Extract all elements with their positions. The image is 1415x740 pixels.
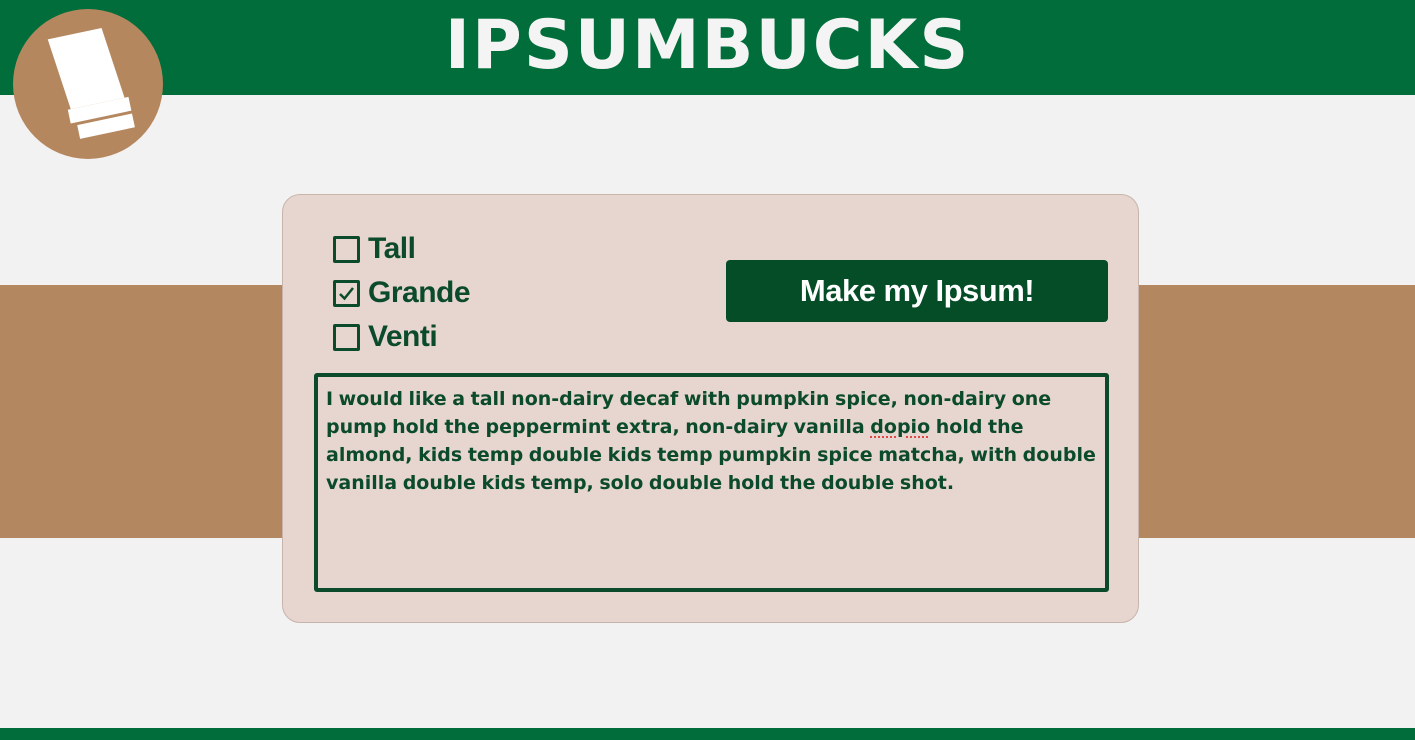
size-label-tall: Tall	[368, 232, 416, 265]
checkmark-icon	[339, 286, 354, 300]
header-bar: IPSUMBUCKS	[0, 0, 1415, 95]
footer-bar	[0, 728, 1415, 740]
coffee-cup-icon[interactable]	[13, 9, 163, 159]
size-option-tall[interactable]: Tall	[333, 229, 416, 269]
output-misspelled-word: dopio	[870, 416, 931, 438]
grande-checkbox[interactable]	[333, 279, 360, 307]
site-title: IPSUMBUCKS	[444, 6, 971, 85]
size-option-venti[interactable]: Venti	[333, 317, 438, 357]
page: IPSUMBUCKS Tall Grande Venti Make my Ips…	[0, 0, 1415, 740]
size-option-grande[interactable]: Grande	[333, 273, 471, 313]
ipsum-output-textarea[interactable]: I would like a tall non-dairy decaf with…	[314, 373, 1109, 592]
size-label-grande: Grande	[368, 276, 471, 309]
size-label-venti: Venti	[368, 320, 438, 353]
make-ipsum-button[interactable]: Make my Ipsum!	[726, 260, 1108, 322]
venti-checkbox[interactable]	[333, 323, 360, 351]
order-card: Tall Grande Venti Make my Ipsum! I would…	[282, 194, 1139, 623]
tall-checkbox[interactable]	[333, 235, 360, 263]
